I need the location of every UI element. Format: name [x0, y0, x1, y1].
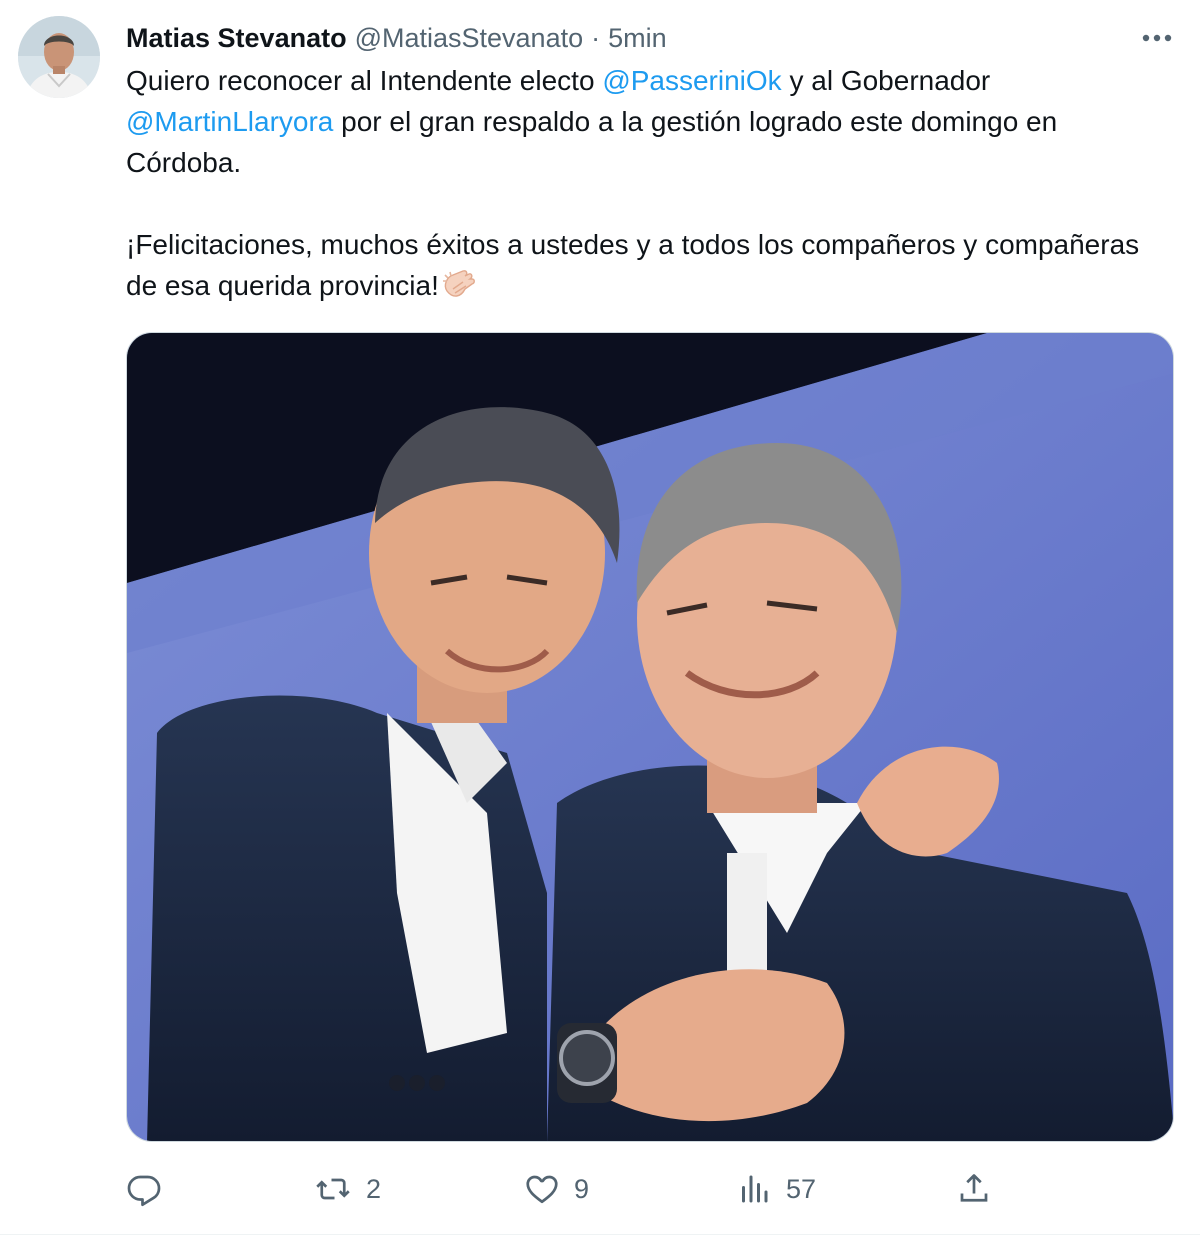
timestamp[interactable]: 5min: [608, 23, 667, 54]
text-segment: Quiero reconocer al Intendente electo: [126, 65, 603, 96]
reply-icon: [127, 1175, 161, 1207]
tweet-header: Matias Stevanato @MatiasStevanato · 5min: [126, 18, 667, 58]
text-segment: ¡Felicitaciones, muchos éxitos a ustedes…: [126, 229, 1140, 301]
share-icon: [960, 1174, 988, 1202]
more-button[interactable]: [1134, 20, 1180, 56]
like-count: 9: [574, 1173, 590, 1204]
mention-passerini[interactable]: @PasseriniOk: [602, 65, 781, 96]
like-button[interactable]: 9: [524, 1164, 589, 1214]
views-icon: [742, 1175, 768, 1203]
like-icon: [526, 1175, 558, 1204]
retweet-icon: [316, 1178, 350, 1200]
text-segment: y al Gobernador: [781, 65, 991, 96]
views-count: 57: [786, 1173, 817, 1204]
more-icon: [1142, 34, 1172, 42]
author-name[interactable]: Matias Stevanato: [126, 23, 347, 54]
reply-button[interactable]: [126, 1164, 176, 1214]
author-handle[interactable]: @MatiasStevanato: [355, 23, 584, 54]
separator-dot: ·: [591, 22, 601, 53]
tweet[interactable]: Matias Stevanato @MatiasStevanato · 5min…: [0, 0, 1200, 1248]
tweet-text: Quiero reconocer al Intendente electo @P…: [126, 60, 1166, 312]
tweet-paragraph-1: Quiero reconocer al Intendente electo @P…: [126, 60, 1166, 183]
mention-llaryora[interactable]: @MartinLlaryora: [126, 106, 333, 137]
avatar-image: [18, 16, 100, 98]
retweet-count: 2: [366, 1173, 382, 1204]
tweet-photo[interactable]: [126, 332, 1174, 1142]
tweet-paragraph-2: ¡Felicitaciones, muchos éxitos a ustedes…: [126, 224, 1166, 312]
share-button[interactable]: [956, 1164, 992, 1214]
retweet-button[interactable]: 2: [314, 1164, 381, 1214]
action-bar: 2 9 57: [126, 1164, 1174, 1214]
views-button[interactable]: 57: [736, 1164, 816, 1214]
avatar[interactable]: [18, 16, 100, 98]
tweet-divider: [0, 1234, 1200, 1235]
photo-two-men-embracing: [127, 333, 1173, 1141]
clapping-hands-icon: [441, 269, 477, 312]
